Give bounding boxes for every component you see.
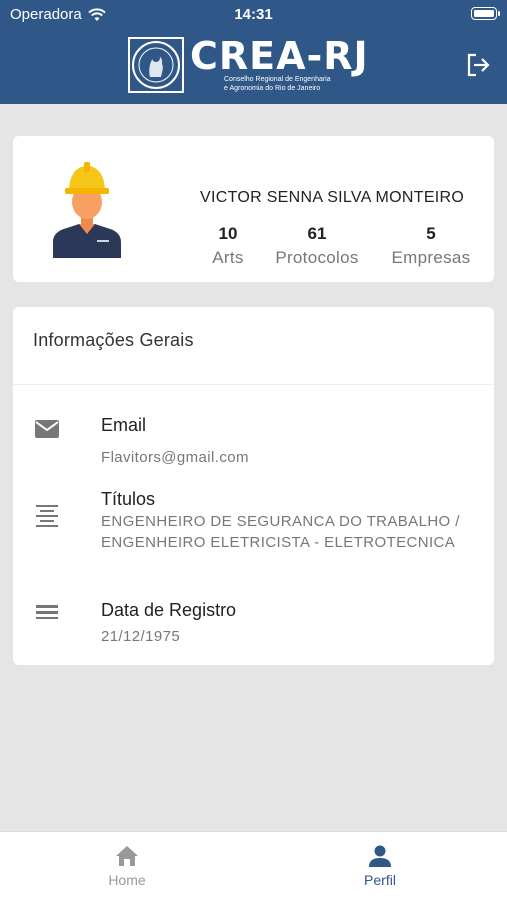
titulos-label: Títulos xyxy=(101,489,156,509)
stat-empresas[interactable]: 5 Empresas xyxy=(385,224,477,268)
brand-subtitle-2: e Agronomia do Rio de Janeiro xyxy=(224,85,321,92)
stat-protocolos-value: 61 xyxy=(307,224,327,243)
nav-home[interactable]: Home xyxy=(87,844,167,888)
stat-empresas-value: 5 xyxy=(426,224,436,243)
brand-title: CREA-RJ xyxy=(190,34,369,78)
profile-card: VICTOR SENNA SILVA MONTEIRO 10 Arts 61 P… xyxy=(13,136,494,282)
home-icon xyxy=(116,846,138,866)
nav-perfil-label: Perfil xyxy=(364,872,396,888)
status-bar: Operadora 14:31 xyxy=(0,0,507,28)
divider xyxy=(13,384,494,385)
email-value: Flavitors@gmail.com xyxy=(101,449,249,466)
stat-protocolos[interactable]: 61 Protocolos xyxy=(267,224,367,268)
logout-icon[interactable] xyxy=(465,52,491,78)
nav-home-label: Home xyxy=(108,872,146,888)
status-time: 14:31 xyxy=(234,6,273,23)
email-icon xyxy=(35,420,59,438)
app-header: Operadora 14:31 CREA-RJ Conselho Regiona… xyxy=(0,0,507,104)
stat-arts[interactable]: 10 Arts xyxy=(207,224,249,268)
stat-arts-label: Arts xyxy=(212,248,244,267)
person-icon xyxy=(369,845,391,867)
engineer-avatar-icon xyxy=(53,162,121,258)
bottom-navigation: Home Perfil xyxy=(0,831,507,900)
battery-icon xyxy=(471,7,500,20)
titulos-value: ENGENHEIRO DE SEGURANCA DO TRABALHO / EN… xyxy=(101,513,460,551)
general-info-card: Informações Gerais Email Flavitors@gmail… xyxy=(13,307,494,665)
crea-seal-icon xyxy=(128,37,184,93)
list-lines-icon xyxy=(36,605,58,619)
info-row-email: Email Flavitors@gmail.com xyxy=(13,413,494,473)
crea-rj-logo: CREA-RJ Conselho Regional de Engenharia … xyxy=(128,36,369,94)
data-registro-value: 21/12/1975 xyxy=(101,628,181,645)
email-label: Email xyxy=(101,415,147,435)
stat-empresas-label: Empresas xyxy=(391,248,471,267)
stat-protocolos-label: Protocolos xyxy=(275,248,359,267)
info-row-data-registro: Data de Registro 21/12/1975 xyxy=(13,598,494,648)
profile-name: VICTOR SENNA SILVA MONTEIRO xyxy=(200,189,465,206)
text-align-center-icon xyxy=(36,505,58,527)
stat-arts-value: 10 xyxy=(218,224,238,243)
info-card-title: Informações Gerais xyxy=(33,330,194,350)
info-row-titulos: Títulos ENGENHEIRO DE SEGURANCA DO TRABA… xyxy=(13,487,494,577)
nav-perfil[interactable]: Perfil xyxy=(340,844,420,888)
data-registro-label: Data de Registro xyxy=(101,600,237,620)
